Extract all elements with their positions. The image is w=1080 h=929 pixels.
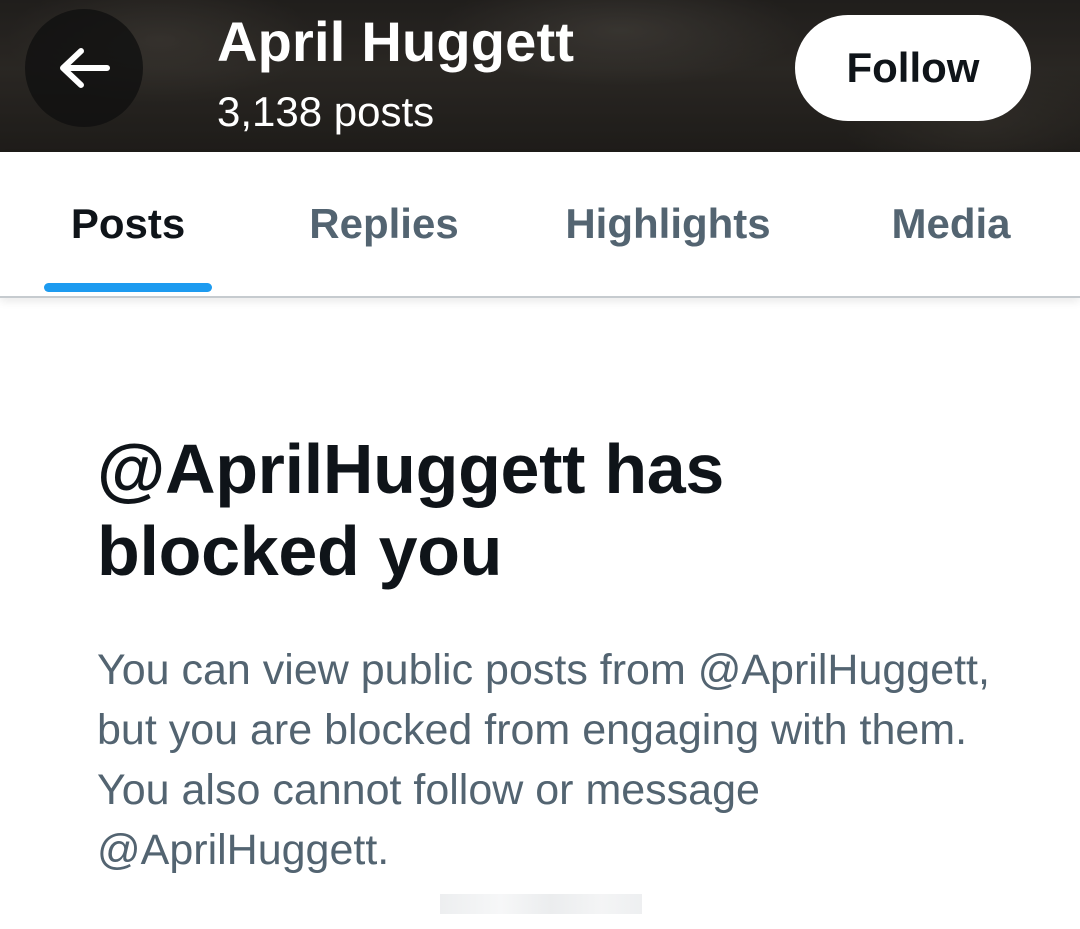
tab-posts[interactable]: Posts: [44, 152, 212, 296]
active-tab-indicator: [44, 283, 212, 292]
profile-header: April Huggett 3,138 posts Follow: [0, 0, 1080, 152]
follow-button[interactable]: Follow: [795, 15, 1031, 121]
post-count: 3,138 posts: [217, 88, 435, 135]
blocked-message: You can view public posts from @AprilHug…: [97, 646, 990, 874]
tab-replies[interactable]: Replies: [285, 152, 483, 296]
arrow-left-icon: [57, 46, 111, 90]
profile-tabs: Posts Replies Highlights Media: [0, 152, 1080, 298]
tab-highlights[interactable]: Highlights: [540, 152, 796, 296]
tab-media[interactable]: Media: [865, 152, 1037, 296]
blocked-title: @AprilHuggett has blocked you: [97, 430, 725, 590]
compression-artifact: [440, 894, 642, 914]
back-button[interactable]: [25, 9, 143, 127]
profile-name: April Huggett: [217, 10, 575, 73]
